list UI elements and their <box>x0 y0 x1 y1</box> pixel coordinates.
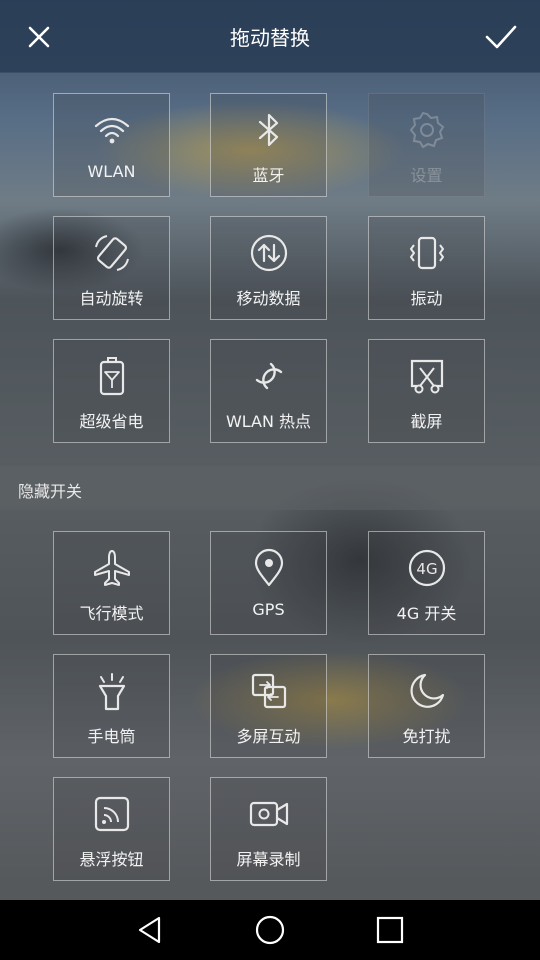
tile-label: GPS <box>252 600 285 619</box>
top-bar: 拖动替换 <box>0 0 540 73</box>
tile-label: 免打扰 <box>402 727 451 746</box>
tile-power-saver[interactable]: 超级省电 <box>53 339 170 443</box>
flashlight-icon <box>98 673 126 711</box>
vibrate-icon <box>410 236 444 270</box>
tile-label: WLAN <box>87 162 136 181</box>
tile-wlan[interactable]: WLAN <box>53 93 170 197</box>
tile-auto-rotate[interactable]: 自动旋转 <box>53 216 170 320</box>
back-icon[interactable] <box>132 912 168 948</box>
tile-do-not-disturb[interactable]: 免打扰 <box>368 654 485 758</box>
tile-label: 截屏 <box>410 412 443 431</box>
tile-screenshot[interactable]: 截屏 <box>368 339 485 443</box>
tile-mobile-data[interactable]: 移动数据 <box>210 216 327 320</box>
tile-label: 飞行模式 <box>79 604 144 623</box>
tile-settings[interactable]: 设置 <box>368 93 485 197</box>
navigation-bar <box>0 900 540 960</box>
moon-icon <box>410 673 445 708</box>
tile-label: 悬浮按钮 <box>79 850 144 869</box>
settings-icon <box>409 111 445 149</box>
4g-icon: 4G <box>408 549 446 587</box>
check-icon[interactable] <box>482 20 520 54</box>
tile-label: 超级省电 <box>79 412 144 431</box>
tile-label: 多屏互动 <box>236 727 301 746</box>
tile-label: 振动 <box>410 289 443 308</box>
tile-bluetooth[interactable]: 蓝牙 <box>210 93 327 197</box>
tile-label: 屏幕录制 <box>236 850 301 869</box>
wifi-icon <box>94 117 130 144</box>
power-saver-icon <box>99 357 125 396</box>
tile-label: 移动数据 <box>236 289 301 308</box>
floating-button-icon <box>94 796 130 832</box>
location-icon <box>254 548 284 587</box>
auto-rotate-icon <box>95 235 129 271</box>
tile-label: 手电筒 <box>87 727 136 746</box>
airplane-icon <box>94 550 130 586</box>
section-title: 隐藏开关 <box>18 482 83 501</box>
tile-airplane-mode[interactable]: 飞行模式 <box>53 531 170 635</box>
tile-label: 4G 开关 <box>396 604 457 623</box>
tile-flashlight[interactable]: 手电筒 <box>53 654 170 758</box>
tile-screen-record[interactable]: 屏幕录制 <box>210 777 327 881</box>
tile-vibrate[interactable]: 振动 <box>368 216 485 320</box>
screenshot-icon <box>410 359 444 394</box>
recents-icon[interactable] <box>372 912 408 948</box>
hidden-switches-header: 隐藏开关 <box>0 466 540 510</box>
bluetooth-icon <box>258 113 279 147</box>
home-icon[interactable] <box>252 912 288 948</box>
screen-record-icon <box>249 801 289 827</box>
tile-4g[interactable]: 4G 4G 开关 <box>368 531 485 635</box>
tile-label: 自动旋转 <box>79 289 144 308</box>
tile-hotspot[interactable]: WLAN 热点 <box>210 339 327 443</box>
tile-label: 蓝牙 <box>252 166 285 185</box>
multi-screen-icon <box>251 673 287 709</box>
tile-label: 设置 <box>410 166 443 185</box>
hotspot-icon <box>255 362 283 390</box>
page-title: 拖动替换 <box>230 26 310 50</box>
tile-label: WLAN 热点 <box>225 412 312 431</box>
mobile-data-icon <box>250 234 288 272</box>
tile-floating-button[interactable]: 悬浮按钮 <box>53 777 170 881</box>
tile-gps[interactable]: GPS <box>210 531 327 635</box>
tile-multi-screen[interactable]: 多屏互动 <box>210 654 327 758</box>
4g-icon-text: 4G <box>416 560 437 578</box>
